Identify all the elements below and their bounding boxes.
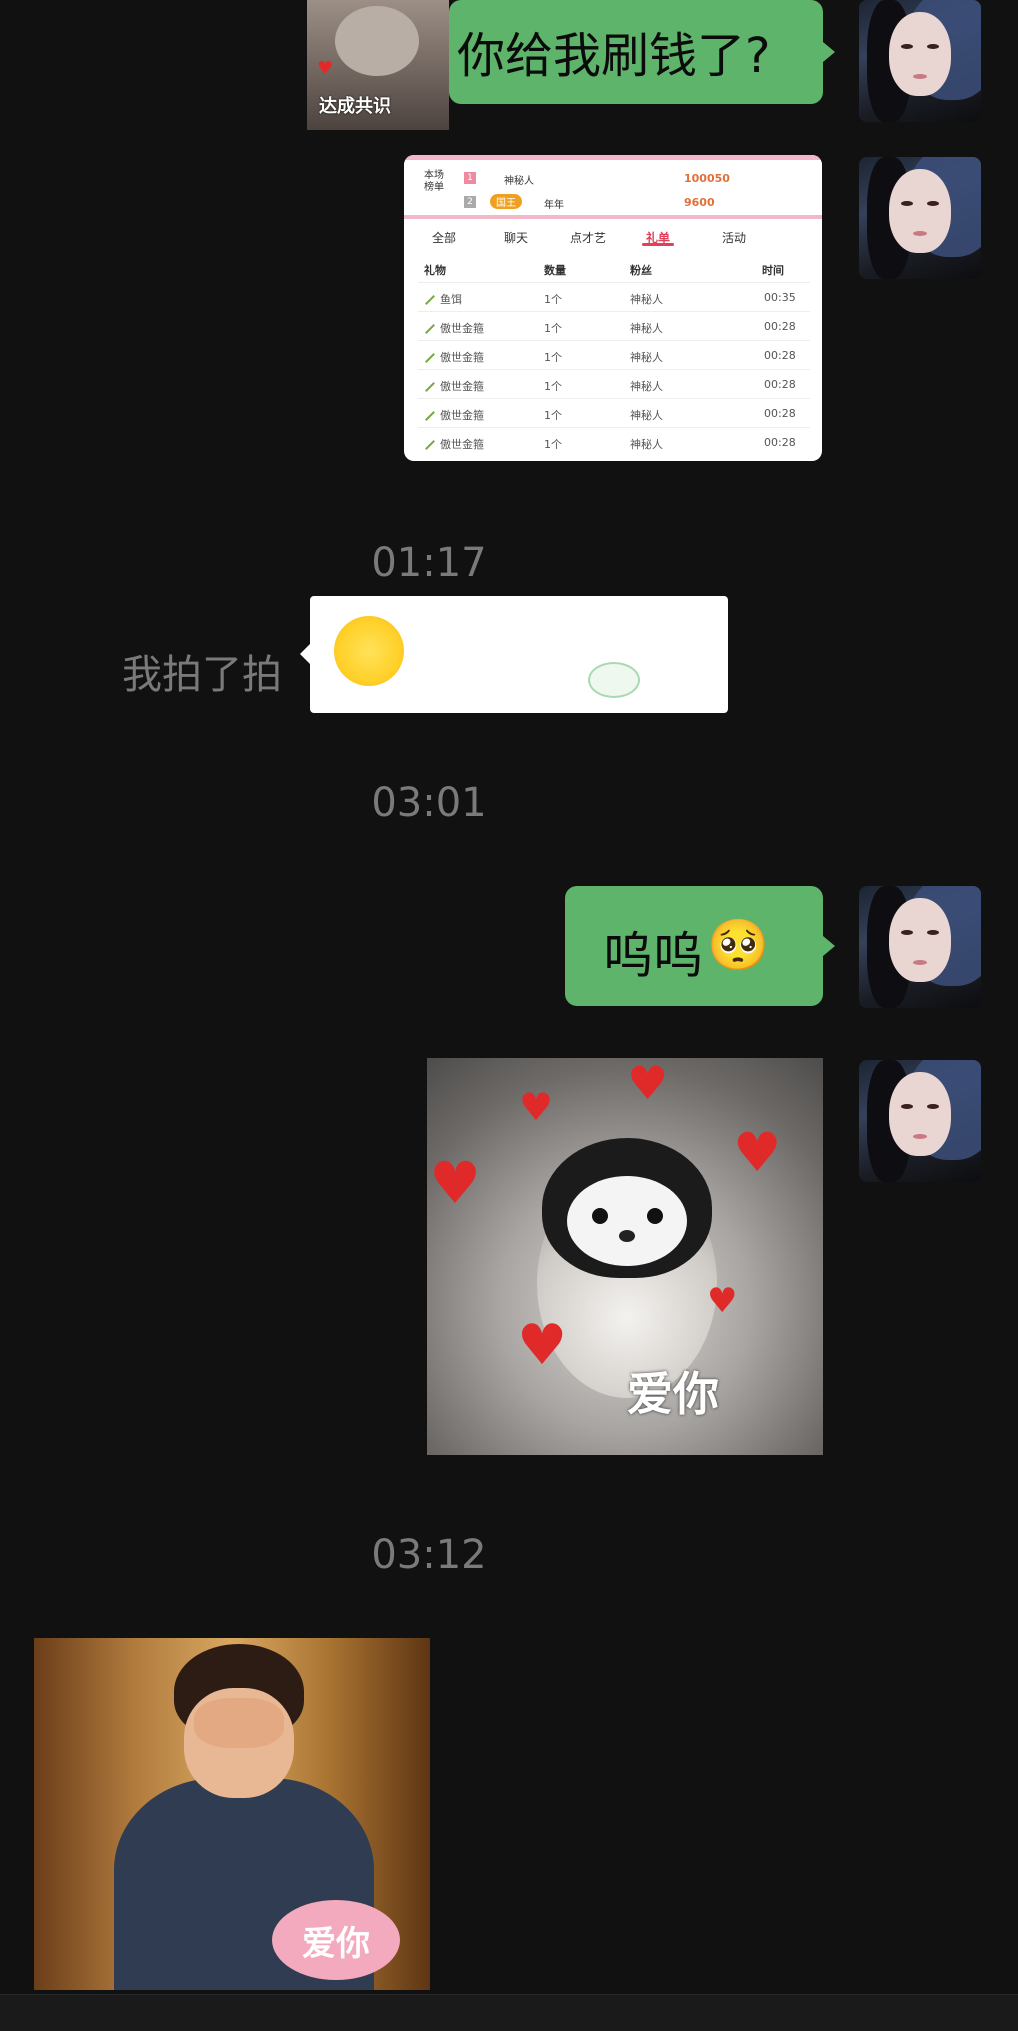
rank-number-2: 2 <box>464 196 476 208</box>
gift-icon <box>425 382 435 392</box>
heart-icon: ♥ <box>707 1281 738 1321</box>
active-tab-underline <box>642 243 674 246</box>
gift-icon <box>425 440 435 450</box>
cloud-icon <box>588 662 640 698</box>
message-text: 你给我刷钱了? <box>457 28 771 84</box>
heart-icon: ♥ <box>519 1085 554 1129</box>
gift-icon <box>425 353 435 363</box>
ranking-bar: 本场榜单 1 神秘人 100050 2 国王 年年 9600 <box>404 155 822 219</box>
table-row: 傲世金箍 1个 神秘人 00:28 <box>418 369 810 399</box>
gift-icon <box>425 324 435 334</box>
rank-value-2: 9600 <box>684 196 715 209</box>
timestamp: 03:01 <box>371 780 487 826</box>
pat-sticker[interactable] <box>300 596 728 713</box>
my-avatar[interactable] <box>859 0 981 122</box>
my-avatar[interactable] <box>859 886 981 1008</box>
col-qty: 数量 <box>544 264 566 277</box>
heart-icon: ♥ <box>429 1149 481 1217</box>
sticker-caption: 达成共识 <box>319 96 391 117</box>
sticker-heart-icon: ♥ <box>317 58 334 79</box>
pleading-face-icon: 🥺 <box>707 916 770 974</box>
sun-icon <box>334 616 404 686</box>
cat-sticker[interactable]: ♥ 达成共识 <box>307 0 449 130</box>
rank-number-1: 1 <box>464 172 476 184</box>
timestamp: 01:17 <box>371 540 487 586</box>
tab-activity[interactable]: 活动 <box>722 229 746 246</box>
table-row: 傲世金箍 1个 神秘人 00:28 <box>418 427 810 457</box>
col-gift: 礼物 <box>424 264 446 277</box>
gift-icon <box>425 411 435 421</box>
tab-all[interactable]: 全部 <box>432 229 456 246</box>
message-text: 呜呜 <box>603 927 703 985</box>
col-time: 时间 <box>762 264 784 277</box>
table-row: 傲世金箍 1个 神秘人 00:28 <box>418 311 810 341</box>
timestamp: 03:12 <box>371 1532 487 1578</box>
love-badge: 爱你 <box>272 1900 400 1980</box>
kid-caption: 爱你 <box>302 1924 370 1964</box>
rank-label: 本场榜单 <box>424 170 444 193</box>
tab-talent[interactable]: 点才艺 <box>570 229 606 246</box>
rank-value-1: 100050 <box>684 172 730 185</box>
tab-chat[interactable]: 聊天 <box>504 229 528 246</box>
gift-tabs: 全部 聊天 点才艺 礼单 活动 <box>404 221 822 251</box>
rank-badge-2: 国王 <box>490 194 522 209</box>
heart-icon: ♥ <box>627 1058 669 1110</box>
my-avatar[interactable] <box>859 157 981 279</box>
heart-icon: ♥ <box>517 1313 568 1378</box>
kid-heart-sticker[interactable]: 爱你 <box>34 1638 430 1990</box>
message-bubble-wuwu[interactable]: 呜呜 🥺 <box>565 886 835 1006</box>
penguin-sticker[interactable]: ♥ ♥ ♥ ♥ ♥ ♥ 爱你 <box>427 1058 823 1455</box>
col-fan: 粉丝 <box>630 264 652 277</box>
input-bar <box>0 1994 1018 2031</box>
table-row: 傲世金箍 1个 神秘人 00:28 <box>418 340 810 370</box>
message-bubble-question[interactable]: 你给我刷钱了? <box>449 0 835 104</box>
gift-list-screenshot[interactable]: 本场榜单 1 神秘人 100050 2 国王 年年 9600 全部 聊天 点才艺… <box>404 155 822 461</box>
rank-name-2: 年年 <box>544 200 564 211</box>
table-row: 鱼饵 1个 神秘人 00:35 <box>418 282 810 312</box>
penguin-caption: 爱你 <box>627 1367 719 1421</box>
table-row: 傲世金箍 1个 神秘人 00:28 <box>418 398 810 428</box>
pat-text: 我拍了拍 <box>122 652 282 698</box>
gift-icon <box>425 295 435 305</box>
heart-icon: ♥ <box>733 1121 782 1184</box>
rank-name-1: 神秘人 <box>504 176 534 187</box>
my-avatar[interactable] <box>859 1060 981 1182</box>
